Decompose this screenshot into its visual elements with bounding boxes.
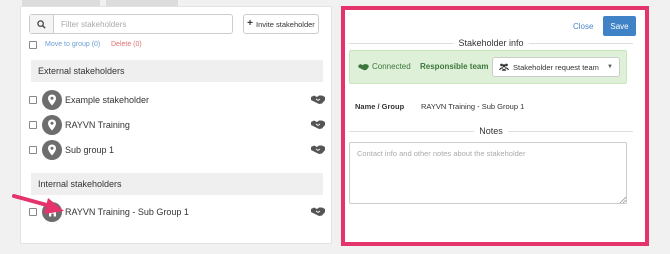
internal-stakeholders-header: Internal stakeholders xyxy=(31,173,323,195)
avatar xyxy=(42,115,62,135)
external-stakeholders-header: External stakeholders xyxy=(31,60,323,82)
map-pin-icon xyxy=(48,119,56,131)
stakeholder-list-panel: + Invite stakeholder Move to group (0) D… xyxy=(20,6,332,244)
list-item[interactable]: RAYVN Training xyxy=(29,115,325,135)
list-item[interactable]: Example stakeholder xyxy=(29,90,325,110)
select-all-checkbox[interactable] xyxy=(29,41,37,49)
close-button[interactable]: Close xyxy=(573,22,593,32)
search-button[interactable] xyxy=(30,15,54,33)
plus-icon: + xyxy=(247,18,254,29)
chevron-down-icon: ▼ xyxy=(607,64,613,70)
map-pin-icon xyxy=(48,144,56,156)
responsible-team-value: Stakeholder request team xyxy=(513,62,599,72)
connection-status-box: Connected Responsible team Stakeholder r… xyxy=(349,50,627,84)
stakeholder-name: Example stakeholder xyxy=(65,95,150,105)
invite-stakeholder-label: Invite stakeholder xyxy=(256,19,315,29)
name-group-value: RAYVN Training - Sub Group 1 xyxy=(421,102,525,111)
notes-legend: Notes xyxy=(349,125,633,137)
search-icon xyxy=(37,19,46,29)
handshake-icon xyxy=(311,120,325,129)
delete-link[interactable]: Delete (0) xyxy=(111,40,142,50)
name-group-label: Name / Group xyxy=(355,102,405,111)
map-pin-icon xyxy=(48,94,56,106)
avatar xyxy=(42,202,62,222)
row-checkbox[interactable] xyxy=(29,96,37,104)
list-item[interactable]: Sub group 1 xyxy=(29,140,325,160)
handshake-icon xyxy=(311,207,325,216)
connection-status-label: Connected xyxy=(372,62,411,71)
list-item[interactable]: RAYVN Training - Sub Group 1 xyxy=(29,202,325,222)
handshake-icon xyxy=(311,95,325,104)
notes-title: Notes xyxy=(474,125,508,137)
stakeholder-info-legend: Stakeholder info xyxy=(349,37,633,49)
handshake-icon xyxy=(311,145,325,154)
search-input[interactable] xyxy=(55,15,231,33)
responsible-team-select[interactable]: Stakeholder request team ▼ xyxy=(492,57,620,77)
stakeholder-detail-panel: Close Save Stakeholder info Connected Re… xyxy=(341,6,649,246)
stakeholder-name: RAYVN Training - Sub Group 1 xyxy=(65,207,189,217)
stakeholder-name: RAYVN Training xyxy=(65,120,130,130)
notes-textarea[interactable] xyxy=(349,142,627,204)
stakeholder-name: Sub group 1 xyxy=(65,145,115,155)
save-button[interactable]: Save xyxy=(603,16,636,36)
home-icon xyxy=(47,207,57,217)
bulk-actions: Move to group (0) Delete (0) xyxy=(29,40,309,52)
row-checkbox[interactable] xyxy=(29,121,37,129)
row-checkbox[interactable] xyxy=(29,208,37,216)
stakeholder-info-title: Stakeholder info xyxy=(453,37,529,49)
connection-status: Connected xyxy=(358,62,411,72)
handshake-icon xyxy=(358,64,369,71)
move-to-group-link[interactable]: Move to group (0) xyxy=(45,40,100,50)
invite-stakeholder-button[interactable]: + Invite stakeholder xyxy=(243,14,319,34)
avatar xyxy=(42,140,62,160)
responsible-team-label: Responsible team xyxy=(420,62,489,71)
avatar xyxy=(42,90,62,110)
resize-grip-icon[interactable] xyxy=(619,196,626,203)
search-box xyxy=(29,14,233,34)
row-checkbox[interactable] xyxy=(29,146,37,154)
team-icon xyxy=(499,63,509,71)
